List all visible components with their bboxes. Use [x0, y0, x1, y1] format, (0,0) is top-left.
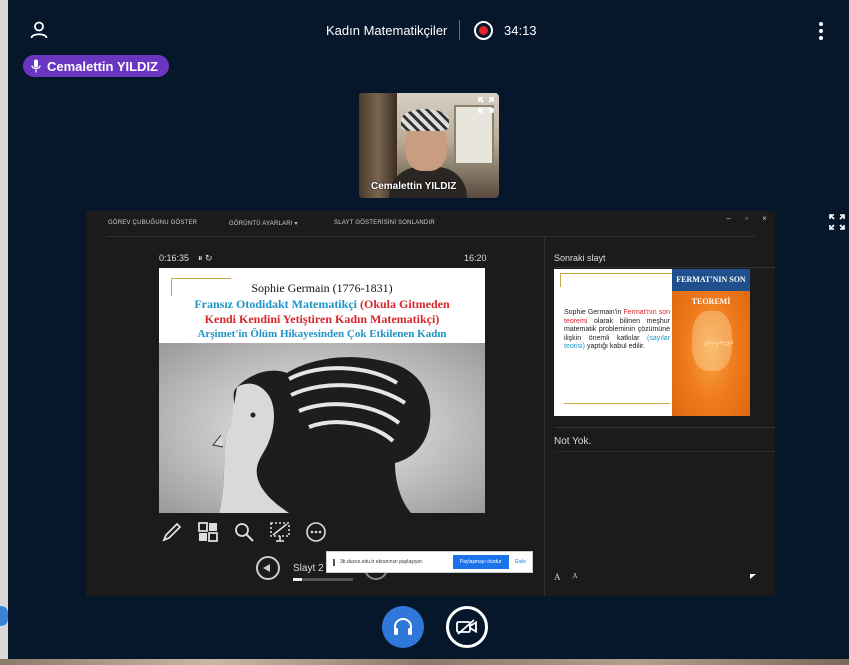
- stop-sharing-button[interactable]: Paylaşmayı durdur: [452, 555, 509, 569]
- audio-button[interactable]: [382, 606, 424, 648]
- notes-underline: [554, 451, 775, 452]
- preview-equation: x²+y²=z²: [704, 339, 734, 348]
- zoom-icon[interactable]: [233, 521, 255, 543]
- font-size-controls: A A: [554, 572, 578, 582]
- desktop-strip: [0, 659, 849, 665]
- next-slide-preview[interactable]: Sophie Germain'in Fermat'nın son teoremi…: [554, 269, 750, 416]
- pause-icon: [333, 558, 335, 566]
- black-screen-icon[interactable]: [269, 521, 291, 543]
- microphone-icon: [31, 59, 41, 73]
- presenter-toolbar: GÖREV ÇUBUĞUNU GÖSTER GÖRÜNTÜ AYARLARI ▾…: [86, 211, 775, 237]
- previous-slide-button[interactable]: [256, 556, 280, 580]
- preview-text-a: Sophie Germain'in: [564, 309, 624, 316]
- options-menu-icon[interactable]: [814, 20, 828, 42]
- close-button[interactable]: ×: [762, 214, 767, 223]
- current-clock: 16:20: [464, 253, 487, 263]
- next-slide-label: Sonraki slayt: [554, 253, 606, 263]
- all-slides-icon[interactable]: [197, 521, 219, 543]
- preview-text-e: yaptığı kabul edilir.: [585, 343, 645, 350]
- slide-accent-line-top: [171, 278, 231, 279]
- restore-button[interactable]: ▫: [745, 214, 748, 223]
- slide-progress-fill: [293, 578, 302, 581]
- pen-icon[interactable]: [161, 521, 183, 543]
- screenshare-area: GÖREV ÇUBUĞUNU GÖSTER GÖRÜNTÜ AYARLARI ▾…: [86, 211, 775, 596]
- share-message: 3b.duzce.edu.tr ekranınızı paylaşıyor.: [340, 559, 424, 565]
- webcam-person-cap: [401, 109, 449, 131]
- user-list-icon[interactable]: [30, 21, 48, 39]
- webcam-tile[interactable]: Cemalettin YILDIZ: [359, 93, 499, 198]
- slide-counter: Slayt 2: [293, 563, 324, 574]
- meeting-title: Kadın Matematikçiler: [326, 23, 448, 38]
- title-divider: [459, 20, 460, 40]
- decrease-font-button[interactable]: A: [573, 572, 578, 582]
- increase-font-button[interactable]: A: [554, 572, 561, 582]
- notes-divider: [554, 427, 775, 428]
- webcam-name: Cemalettin YILDIZ: [371, 181, 457, 192]
- preview-text: Sophie Germain'in Fermat'nın son teoremi…: [564, 309, 670, 352]
- top-bar: Kadın Matematikçiler 34:13: [8, 0, 849, 60]
- preview-heading: FERMAT'NIN SON TEOREMİ: [672, 269, 750, 306]
- slide-subtitle-3: Arşimet'in Ölüm Hikayesinden Çok Etkilen…: [197, 328, 447, 340]
- slide-subtitle-1b: (Okula Gitmeden: [356, 297, 450, 311]
- preview-accent-left: [560, 273, 561, 287]
- screen-share-banner: 3b.duzce.edu.tr ekranınızı paylaşıyor. P…: [326, 551, 533, 573]
- camera-toggle-button[interactable]: [446, 606, 488, 648]
- speaker-notes: Not Yok.: [554, 436, 592, 447]
- talker-name: Cemalettin YILDIZ: [47, 58, 159, 74]
- display-settings-button[interactable]: GÖRÜNTÜ AYARLARI ▾: [229, 220, 298, 227]
- more-options-icon[interactable]: [305, 521, 327, 543]
- camera-off-icon: [456, 619, 477, 635]
- talking-indicator: Cemalettin YILDIZ: [23, 55, 170, 77]
- sophie-germain-portrait: [159, 343, 485, 513]
- mouse-cursor-icon: [750, 574, 756, 579]
- elapsed-timer: 0:16:35: [159, 253, 190, 263]
- hide-banner-button[interactable]: Gizle: [515, 559, 526, 565]
- presenter-tools: [161, 521, 327, 543]
- window-controls: – ▫ ×: [726, 214, 767, 223]
- recording-icon[interactable]: [474, 21, 493, 40]
- recording-time: 34:13: [504, 23, 537, 38]
- end-slideshow-button[interactable]: SLAYT GÖSTERİSİNİ SONLANDIR: [334, 220, 435, 226]
- preview-accent-bottom: [564, 403, 670, 404]
- slide-subtitle-2: Kendi Kendini Yetiştiren Kadın Matematik…: [204, 312, 440, 326]
- next-slide-panel: Sonraki slayt Sophie Germain'in Fermat'n…: [544, 237, 775, 596]
- left-edge-strip: [0, 0, 8, 665]
- timer-controls[interactable]: ⏸ ↻: [198, 253, 213, 264]
- next-slide-divider: [554, 267, 775, 268]
- screenshare-fullscreen-icon[interactable]: [829, 214, 845, 230]
- show-taskbar-button[interactable]: GÖREV ÇUBUĞUNU GÖSTER: [108, 220, 197, 226]
- slide-title: Sophie Germain (1776-1831): [251, 281, 393, 295]
- preview-accent-top: [560, 273, 680, 274]
- slide-subtitle-1: Fransız Otodidakt Matematikçi (Okula Git…: [159, 297, 485, 312]
- current-slide: Sophie Germain (1776-1831) Fransız Otodi…: [159, 268, 485, 513]
- headphones-icon: [394, 618, 412, 635]
- fullscreen-icon[interactable]: [478, 97, 494, 113]
- webcam-frame: [454, 105, 494, 165]
- minimize-button[interactable]: –: [726, 214, 731, 223]
- slide-subtitle-1a: Fransız Otodidakt Matematikçi: [194, 297, 357, 311]
- slide-progress: [293, 578, 353, 581]
